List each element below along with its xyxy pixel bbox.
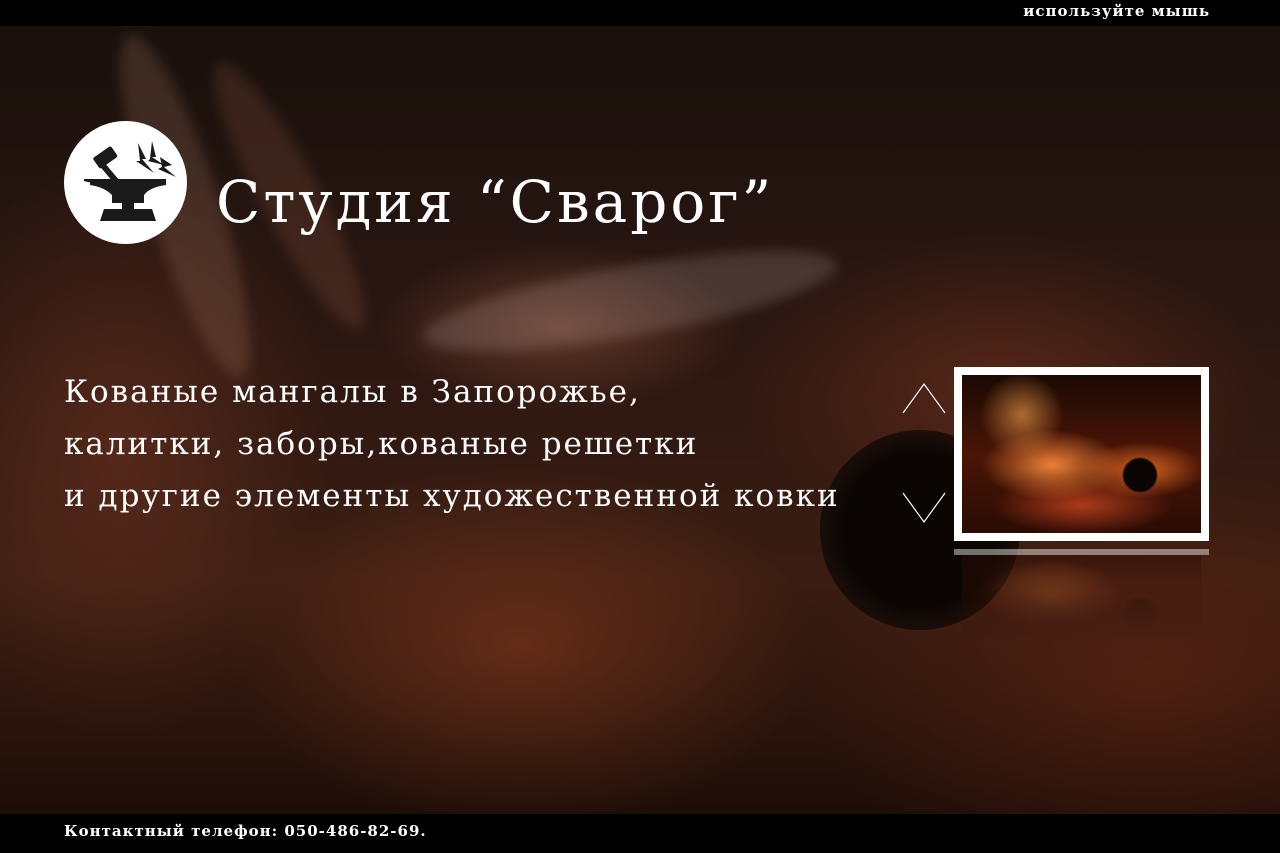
site-title: Студия “Сварог” (216, 168, 775, 236)
tagline-line: Кованые мангалы в Запорожье, (64, 374, 641, 410)
chevron-down-icon (902, 492, 946, 524)
tagline-line: и другие элементы художественной ковки (64, 478, 840, 514)
forge-fire-photo (962, 375, 1201, 533)
contact-phone: Контактный телефон: 050-486-82-69. (64, 822, 427, 840)
mouse-hint: используйте мышь (1023, 2, 1210, 20)
tagline: Кованые мангалы в Запорожье, калитки, за… (64, 366, 840, 522)
tagline-line: калитки, заборы,кованые решетки (64, 426, 699, 462)
reflection-image (962, 555, 1201, 639)
top-bar: используйте мышь (0, 0, 1280, 26)
chevron-up-icon (902, 382, 946, 414)
footer-bar: Контактный телефон: 050-486-82-69. (0, 814, 1280, 853)
slider-down-button[interactable] (902, 492, 946, 524)
flame-streak (417, 230, 843, 372)
anvil-hammer-icon (84, 141, 176, 221)
slider-thumbnail[interactable] (954, 367, 1209, 541)
slider-up-button[interactable] (902, 382, 946, 414)
logo[interactable] (64, 121, 187, 244)
thumbnail-reflection (954, 549, 1209, 639)
